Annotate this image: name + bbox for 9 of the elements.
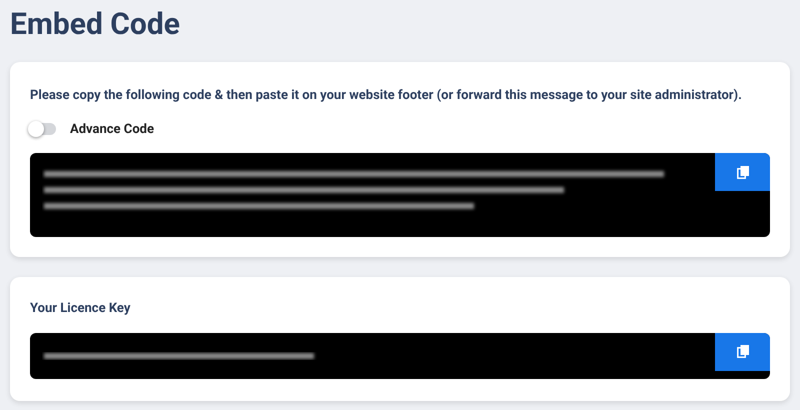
section-heading: Your Licence Key	[30, 300, 130, 318]
instruction-text: Please copy the following code & then paste it on your website footer (or forward this message to your site administrator).	[30, 87, 742, 105]
copy-icon	[736, 166, 748, 178]
toggle-switch[interactable]	[30, 123, 56, 136]
page-title: Embed Code	[10, 6, 180, 44]
copy-button[interactable]	[715, 332, 770, 370]
copy-icon	[736, 345, 748, 358]
toggle-label: Advance Code	[70, 120, 154, 138]
copy-button[interactable]	[715, 153, 770, 191]
